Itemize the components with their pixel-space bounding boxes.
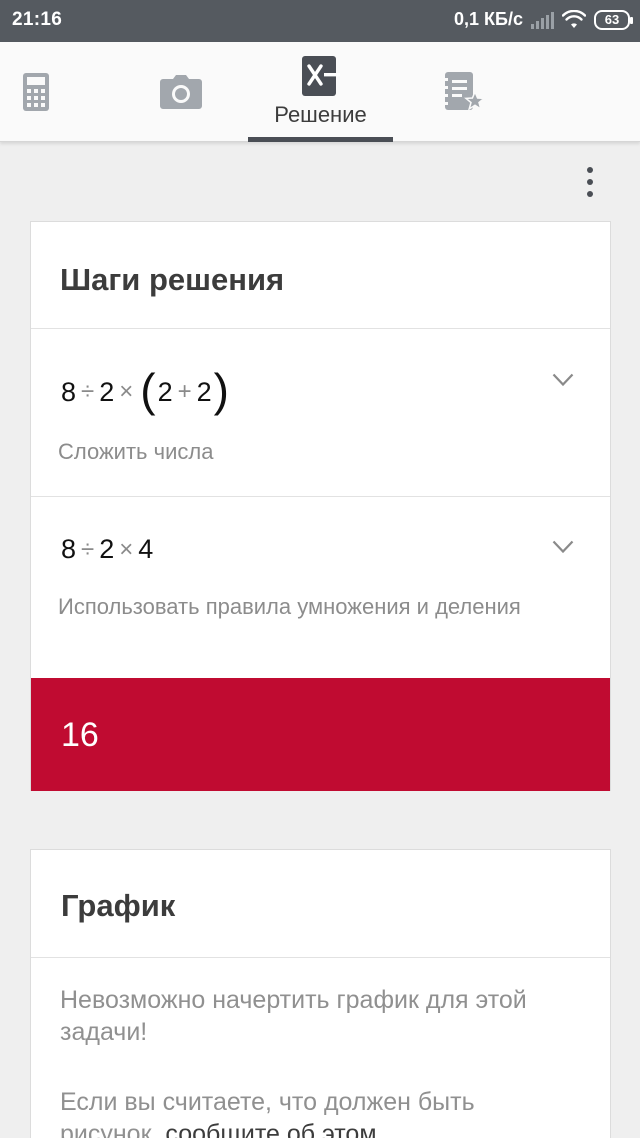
report-note: Если вы считаете, что должен быть рисуно… xyxy=(60,1086,580,1138)
step-expression: 8 ÷ 2 × 4 xyxy=(61,534,153,565)
battery-level: 63 xyxy=(604,12,620,27)
expr-operator: + xyxy=(177,378,192,405)
tab-calculator[interactable] xyxy=(0,42,72,142)
expr-number: 2 xyxy=(99,376,115,407)
camera-icon xyxy=(160,75,202,109)
expr-operator: ÷ xyxy=(81,535,95,563)
saved-notes-icon xyxy=(443,72,485,111)
graph-card: График Невозможно начертить график для э… xyxy=(30,849,611,1138)
wifi-icon xyxy=(562,9,586,28)
expr-number: 8 xyxy=(61,534,77,564)
expr-paren: ) xyxy=(213,364,229,416)
final-answer: 16 xyxy=(31,678,610,791)
expr-operator: × xyxy=(119,378,134,405)
tab-solution[interactable]: Решение xyxy=(248,42,393,142)
active-tab-indicator xyxy=(248,137,393,142)
solution-steps-card: Шаги решения 8 ÷ 2 × ( 2 + 2 ) Сложить ч… xyxy=(30,221,611,791)
tab-saved[interactable] xyxy=(428,42,500,142)
expr-number: 2 xyxy=(157,376,173,407)
expr-number: 2 xyxy=(99,534,115,564)
status-bar: 21:16 0,1 КБ/с 63 xyxy=(0,0,640,42)
divider xyxy=(31,957,610,958)
step-expression: 8 ÷ 2 × ( 2 + 2 ) xyxy=(61,364,231,416)
expr-number: 2 xyxy=(196,376,212,407)
step-description: Использовать правила умножения и деления xyxy=(58,594,521,619)
final-answer-value: 16 xyxy=(61,716,99,754)
solution-icon xyxy=(301,56,340,96)
expr-number: 8 xyxy=(61,376,77,407)
step-description: Сложить числа xyxy=(58,439,214,464)
solution-step[interactable]: 8 ÷ 2 × ( 2 + 2 ) Сложить числа xyxy=(31,329,610,496)
report-link[interactable]: сообщите об этом xyxy=(165,1120,376,1138)
status-indicators: 0,1 КБ/с 63 xyxy=(454,9,633,30)
tab-bar: Решение xyxy=(0,42,640,142)
calculator-icon xyxy=(23,73,49,111)
graph-card-title: График xyxy=(61,888,176,923)
solution-step[interactable]: 8 ÷ 2 × 4 Использовать правила умножения… xyxy=(31,497,610,678)
status-time: 21:16 xyxy=(12,9,63,30)
network-speed: 0,1 КБ/с xyxy=(454,9,523,29)
chevron-down-icon[interactable] xyxy=(552,540,574,554)
expr-number: 4 xyxy=(138,534,154,564)
steps-card-title: Шаги решения xyxy=(60,262,285,297)
battery-icon: 63 xyxy=(594,9,633,30)
chevron-down-icon[interactable] xyxy=(552,373,574,387)
graph-unavailable-message: Невозможно начертить график для этой зад… xyxy=(60,986,527,1046)
expr-operator: ÷ xyxy=(81,378,95,405)
tab-camera[interactable] xyxy=(145,42,217,142)
tab-solution-label: Решение xyxy=(274,102,367,127)
expr-operator: × xyxy=(119,535,134,563)
more-options-icon[interactable] xyxy=(578,164,602,200)
signal-icon xyxy=(531,11,554,29)
expr-paren: ( xyxy=(140,364,156,416)
